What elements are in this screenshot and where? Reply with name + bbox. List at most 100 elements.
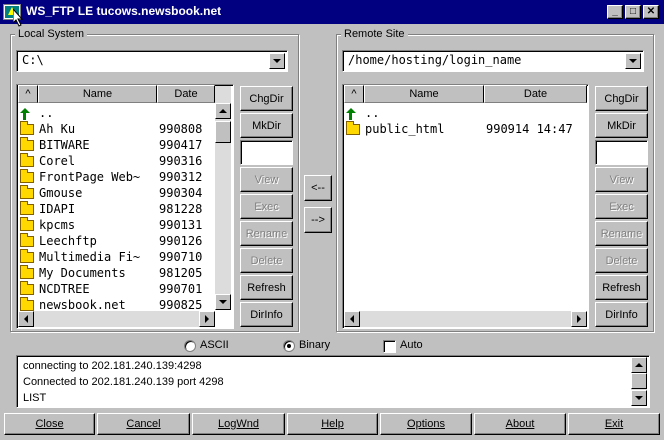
local-parent-entry[interactable]: .. — [39, 106, 53, 120]
close-window-button[interactable]: ✕ — [643, 5, 659, 19]
local-file-date[interactable]: 990710 — [159, 250, 202, 264]
folder-icon — [20, 201, 34, 215]
ascii-radio[interactable] — [184, 340, 196, 352]
local-exec-button[interactable]: Exec — [240, 194, 293, 219]
remote-file-date[interactable]: 990914 14:47 — [486, 122, 573, 136]
local-date-header[interactable]: Date — [157, 85, 215, 103]
local-file-date[interactable]: 990131 — [159, 218, 202, 232]
exit-button[interactable]: Exit — [568, 413, 660, 435]
local-file-list[interactable]: ^ Name Date .. Ah Ku 990808 BITWARE 990417 C… — [16, 84, 234, 329]
local-file-date[interactable]: 990316 — [159, 154, 202, 168]
remote-file-list[interactable]: ^ Name Date .. public_html 990914 14:47 — [342, 84, 589, 329]
remote-dirinfo-button[interactable]: DirInfo — [595, 302, 648, 327]
local-path-dropdown-button[interactable] — [269, 53, 285, 69]
remote-delete-button[interactable]: Delete — [595, 248, 648, 273]
binary-label[interactable]: Binary — [299, 339, 330, 351]
about-button[interactable]: About — [474, 413, 566, 435]
remote-site-label: Remote Site — [341, 28, 408, 40]
title-bar[interactable]: WS_FTP LE tucows.newsbook.net _ □ ✕ — [0, 0, 664, 24]
local-scroll-right-button[interactable] — [199, 311, 215, 327]
options-button[interactable]: Options — [380, 413, 472, 435]
local-file-name[interactable]: IDAPI — [39, 202, 75, 216]
local-file-name[interactable]: Multimedia Fi~ — [39, 250, 140, 264]
remote-mkdir-button[interactable]: MkDir — [595, 113, 648, 138]
log-scroll-up-button[interactable] — [631, 357, 647, 373]
local-file-date[interactable]: 990701 — [159, 282, 202, 296]
local-file-name[interactable]: Leechftp — [39, 234, 97, 248]
cancel-button-label: Cancel — [126, 418, 161, 430]
help-button[interactable]: Help — [287, 413, 378, 435]
remote-horizontal-scrollbar[interactable] — [344, 311, 587, 327]
remote-scroll-left-button[interactable] — [344, 311, 360, 327]
local-path-value: C:\ — [22, 53, 44, 67]
local-horizontal-scrollbar[interactable] — [18, 311, 215, 327]
local-dirinfo-button[interactable]: DirInfo — [240, 302, 293, 327]
local-delete-button[interactable]: Delete — [240, 248, 293, 273]
remote-path-combo[interactable]: /home/hosting/login_name — [342, 50, 644, 72]
local-chgdir-button[interactable]: ChgDir — [240, 86, 293, 111]
local-file-name[interactable]: FrontPage Web~ — [39, 170, 140, 184]
remote-file-name[interactable]: public_html — [365, 122, 444, 136]
local-file-date[interactable]: 990417 — [159, 138, 202, 152]
local-file-name[interactable]: newsbook.net — [39, 298, 126, 312]
local-file-name[interactable]: My Documents — [39, 266, 126, 280]
local-scroll-up-button[interactable] — [215, 103, 231, 119]
remote-date-header[interactable]: Date — [484, 85, 587, 103]
window-title: WS_FTP LE tucows.newsbook.net — [26, 4, 222, 18]
log-area[interactable]: connecting to 202.181.240.139:4298 Conne… — [16, 355, 650, 408]
local-scroll-down-button[interactable] — [215, 294, 231, 310]
local-file-name[interactable]: kpcms — [39, 218, 75, 232]
local-scroll-left-button[interactable] — [18, 311, 34, 327]
remote-parent-entry[interactable]: .. — [365, 106, 379, 120]
close-button[interactable]: Close — [4, 413, 95, 435]
local-view-button[interactable]: View — [240, 167, 293, 192]
up-directory-icon — [346, 108, 356, 120]
local-rename-button[interactable]: Rename — [240, 221, 293, 246]
folder-icon — [20, 169, 34, 183]
remote-filter-input[interactable] — [595, 140, 648, 165]
maximize-button[interactable]: □ — [625, 5, 641, 19]
local-vertical-scrollbar[interactable] — [215, 86, 231, 310]
logwnd-button[interactable]: LogWnd — [192, 413, 285, 435]
log-line: LIST — [23, 392, 47, 404]
remote-name-header[interactable]: Name — [364, 85, 484, 103]
remote-refresh-button[interactable]: Refresh — [595, 275, 648, 300]
local-file-date[interactable]: 981205 — [159, 266, 202, 280]
local-file-date[interactable]: 990312 — [159, 170, 202, 184]
local-scroll-thumb[interactable] — [215, 121, 231, 143]
local-name-header[interactable]: Name — [38, 85, 157, 103]
options-button-label: Options — [407, 418, 445, 430]
remote-scroll-right-button[interactable] — [571, 311, 587, 327]
log-scroll-thumb[interactable] — [631, 373, 647, 389]
auto-label[interactable]: Auto — [400, 339, 423, 351]
local-file-name[interactable]: NCDTREE — [39, 282, 90, 296]
local-refresh-button[interactable]: Refresh — [240, 275, 293, 300]
local-file-name[interactable]: Gmouse — [39, 186, 82, 200]
remote-path-dropdown-button[interactable] — [625, 53, 641, 69]
local-file-date[interactable]: 981228 — [159, 202, 202, 216]
remote-sort-header[interactable]: ^ — [344, 85, 364, 103]
transfer-to-remote-button[interactable]: --> — [304, 207, 332, 233]
local-file-date[interactable]: 990126 — [159, 234, 202, 248]
local-file-date[interactable]: 990808 — [159, 122, 202, 136]
minimize-button[interactable]: _ — [607, 5, 623, 19]
binary-radio[interactable] — [283, 340, 295, 352]
ascii-label[interactable]: ASCII — [200, 339, 229, 351]
remote-chgdir-button[interactable]: ChgDir — [595, 86, 648, 111]
local-path-combo[interactable]: C:\ — [16, 50, 288, 72]
local-file-name[interactable]: Corel — [39, 154, 75, 168]
auto-checkbox[interactable] — [383, 340, 396, 353]
local-file-date[interactable]: 990825 — [159, 298, 202, 312]
cancel-button[interactable]: Cancel — [97, 413, 190, 435]
transfer-to-local-button[interactable]: <-- — [304, 175, 332, 201]
remote-view-button[interactable]: View — [595, 167, 648, 192]
local-filter-input[interactable] — [240, 140, 293, 165]
remote-rename-button[interactable]: Rename — [595, 221, 648, 246]
local-file-name[interactable]: BITWARE — [39, 138, 90, 152]
log-scroll-down-button[interactable] — [631, 390, 647, 406]
local-sort-header[interactable]: ^ — [18, 85, 38, 103]
local-file-name[interactable]: Ah Ku — [39, 122, 75, 136]
remote-exec-button[interactable]: Exec — [595, 194, 648, 219]
local-mkdir-button[interactable]: MkDir — [240, 113, 293, 138]
local-file-date[interactable]: 990304 — [159, 186, 202, 200]
